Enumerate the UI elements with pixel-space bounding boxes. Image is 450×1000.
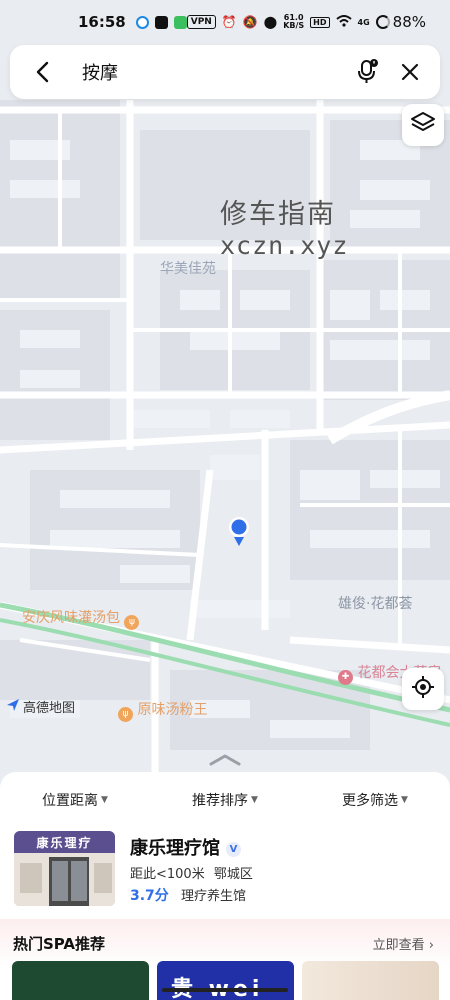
filter-sort[interactable]: 推荐排序 ▼ xyxy=(150,772,300,828)
filter-distance-label: 位置距离 xyxy=(42,793,99,809)
filter-distance[interactable]: 位置距离 ▼ xyxy=(0,772,150,828)
wifi-icon xyxy=(335,14,352,30)
status-time: 16:58 xyxy=(78,13,126,31)
battery-icon xyxy=(375,15,390,29)
poi-yuanwei-label: 原味汤粉王 xyxy=(137,702,208,718)
layers-icon xyxy=(410,111,436,139)
tiktok-icon xyxy=(154,15,168,29)
locate-me-button[interactable] xyxy=(402,668,444,710)
spa-card-list: 贵 wei 良 xyxy=(12,961,439,1000)
restaurant-icon: ψ xyxy=(118,707,133,722)
caret-down-icon: ▼ xyxy=(401,795,408,805)
result-location: 距此<100米 鄂城区 xyxy=(130,863,253,882)
search-query[interactable]: 按摩 xyxy=(82,59,354,85)
map-layers-button[interactable] xyxy=(402,104,444,146)
result-distance-text: 距此<100米 xyxy=(130,867,205,882)
battery-percent: 88% xyxy=(392,13,426,31)
filter-more-label: 更多筛选 xyxy=(342,793,399,809)
net-speed-unit: KB/S xyxy=(283,21,305,30)
poi-yuanwei[interactable]: ψ 原味汤粉王 xyxy=(118,699,207,722)
result-category: 理疗养生馆 xyxy=(180,889,246,904)
signal-icon: 4G xyxy=(357,17,370,27)
home-indicator[interactable] xyxy=(162,988,288,992)
spa-card-2[interactable]: 贵 wei 良 xyxy=(157,961,294,1000)
crosshair-icon xyxy=(411,675,435,703)
status-bar: 16:58 VPN ⏰ 🔕 ⬤ 61.0 KB/S HD 4G 88% xyxy=(0,0,450,44)
verified-icon: V xyxy=(226,842,241,857)
poi-anqing[interactable]: 安庆风味灌汤包 ψ xyxy=(22,607,140,630)
search-bar[interactable]: 按摩 xyxy=(10,45,440,99)
result-rating: 3.7分 xyxy=(130,888,169,904)
watermark: 修车指南 xczn.xyz xyxy=(220,192,348,260)
map-label-huamei[interactable]: 华美佳苑 xyxy=(160,258,216,278)
status-indicators: VPN ⏰ 🔕 ⬤ 61.0 KB/S HD 4G 88% xyxy=(186,13,426,31)
chevron-right-icon: › xyxy=(428,938,434,953)
result-name-text: 康乐理疗馆 xyxy=(130,838,220,859)
result-meta: 3.7分 理疗养生馆 xyxy=(130,885,246,905)
results-sheet[interactable]: 位置距离 ▼ 推荐排序 ▼ 更多筛选 ▼ 康乐理疗 康乐理疗馆 V 距此<100… xyxy=(0,772,450,1000)
vpn-badge: VPN xyxy=(186,15,216,29)
spa-card-3[interactable] xyxy=(302,961,439,1000)
gaode-map-logo: 高德地图 xyxy=(6,697,75,716)
expand-sheet-handle[interactable] xyxy=(208,752,242,771)
spa-section-title: 热门SPA推荐 xyxy=(13,935,106,953)
alarm-icon: ⏰ xyxy=(221,15,237,29)
map-label-xiongjun[interactable]: 雄俊·花都荟 xyxy=(338,593,412,613)
restaurant-icon: ψ xyxy=(124,615,140,630)
back-arrow-icon[interactable] xyxy=(30,60,54,84)
app-notification-icon xyxy=(135,15,149,29)
spa-more-label: 立即查看 xyxy=(372,938,425,953)
current-location-pin[interactable] xyxy=(226,515,252,551)
gaode-arrow-icon xyxy=(6,698,20,716)
result-title[interactable]: 康乐理疗馆 V xyxy=(130,834,241,860)
filter-more[interactable]: 更多筛选 ▼ xyxy=(300,772,450,828)
wechat-icon xyxy=(173,15,187,29)
location-icon: ⬤ xyxy=(263,15,278,29)
filter-bar: 位置距离 ▼ 推荐排序 ▼ 更多筛选 ▼ xyxy=(0,772,450,828)
close-icon[interactable] xyxy=(396,58,424,86)
gaode-logo-text: 高德地图 xyxy=(23,701,76,716)
caret-down-icon: ▼ xyxy=(251,795,258,805)
result-district-text: 鄂城区 xyxy=(213,867,253,882)
mute-icon: 🔕 xyxy=(242,15,258,29)
watermark-url: xczn.xyz xyxy=(220,231,349,260)
microphone-icon[interactable] xyxy=(354,58,382,86)
caret-down-icon: ▼ xyxy=(101,795,108,805)
filter-sort-label: 推荐排序 xyxy=(192,793,249,809)
spa-view-more-link[interactable]: 立即查看 › xyxy=(373,934,434,953)
result-thumbnail[interactable]: 康乐理疗 xyxy=(14,831,115,906)
status-app-icons xyxy=(135,15,187,29)
result-card[interactable]: 康乐理疗 康乐理疗馆 V 距此<100米 鄂城区 3.7分 理疗养生馆 xyxy=(0,828,450,918)
battery-indicator: 88% xyxy=(375,13,426,31)
watermark-title: 修车指南 xyxy=(220,199,336,230)
spa-card-2-text: 贵 wei 良 xyxy=(171,971,294,1000)
net-speed: 61.0 KB/S xyxy=(283,14,304,30)
spa-card-1[interactable] xyxy=(12,961,149,1000)
thumbnail-sign-text: 康乐理疗 xyxy=(36,836,93,850)
hd-badge: HD xyxy=(310,16,330,28)
pharmacy-icon: ✚ xyxy=(338,670,353,685)
poi-anqing-label: 安庆风味灌汤包 xyxy=(22,610,120,626)
